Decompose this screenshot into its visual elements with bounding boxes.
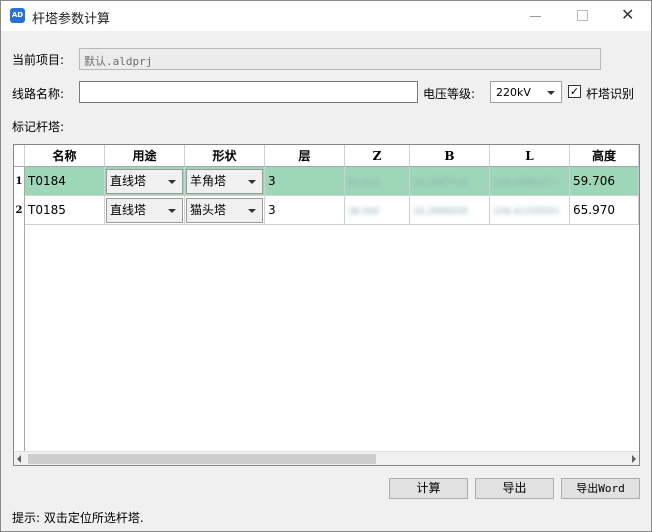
line-name-label: 线路名称: <box>12 87 65 101</box>
z-value: 92.812 <box>348 178 380 188</box>
usage-select[interactable]: 直线塔 <box>106 169 183 194</box>
export-button[interactable]: 导出 <box>475 478 554 499</box>
shape-cell[interactable]: 羊角塔 <box>185 167 265 196</box>
main-window: AD 杆塔参数计算 ✕ 当前项目: 默认.aldprj 线路名称: 电压等级: … <box>0 0 652 532</box>
tower-recognize-checkbox[interactable]: ✓ <box>568 85 581 98</box>
scroll-left-icon[interactable] <box>17 455 21 463</box>
close-button[interactable]: ✕ <box>605 1 651 31</box>
chevron-down-icon <box>168 209 176 213</box>
layer-cell[interactable]: 3 <box>265 167 345 196</box>
chevron-down-icon <box>547 91 555 95</box>
column-header[interactable]: 形状 <box>185 145 265 167</box>
name-cell[interactable]: T0184 <box>25 167 105 196</box>
b-value: 34.2987718 <box>413 178 468 188</box>
shape-select[interactable]: 猫头塔 <box>186 198 263 223</box>
export-word-button[interactable]: 导出Word <box>561 478 640 499</box>
l-cell[interactable]: 108.41335593 <box>490 196 570 225</box>
z-cell[interactable]: 92.812 <box>345 167 410 196</box>
row-header-strip <box>14 225 25 451</box>
column-header[interactable]: 名称 <box>25 145 105 167</box>
shape-value: 羊角塔 <box>190 174 227 188</box>
l-value: 108.40861471 <box>493 178 559 188</box>
project-label: 当前项目: <box>12 53 65 67</box>
name-cell[interactable]: T0185 <box>25 196 105 225</box>
column-header[interactable]: B <box>410 145 490 167</box>
table-corner-header <box>14 145 25 167</box>
shape-cell[interactable]: 猫头塔 <box>185 196 265 225</box>
height-cell[interactable]: 65.970 <box>570 196 639 225</box>
calculate-button[interactable]: 计算 <box>389 478 468 499</box>
row-header[interactable]: 1 <box>14 167 25 196</box>
minimize-button[interactable] <box>513 1 559 31</box>
horizontal-scrollbar[interactable] <box>14 451 639 465</box>
shape-select[interactable]: 羊角塔 <box>186 169 263 194</box>
usage-select[interactable]: 直线塔 <box>106 198 183 223</box>
b-value: 34.2968059 <box>413 207 468 217</box>
title-bar: AD 杆塔参数计算 ✕ <box>1 1 651 31</box>
voltage-select-value: 220kV <box>496 86 531 99</box>
l-cell[interactable]: 108.40861471 <box>490 167 570 196</box>
voltage-select[interactable]: 220kV <box>490 81 562 103</box>
scrollbar-thumb[interactable] <box>28 454 376 464</box>
marked-towers-label: 标记杆塔: <box>12 120 65 134</box>
column-header[interactable]: Z <box>345 145 410 167</box>
column-header[interactable]: 高度 <box>570 145 639 167</box>
app-icon: AD <box>10 8 25 23</box>
status-hint: 提示: 双击定位所选杆塔. <box>12 511 144 525</box>
tower-table[interactable]: 名称 用途 形状 层 Z B L 高度 1 T0184 直线塔 羊角塔 3 92… <box>13 144 640 466</box>
layer-cell[interactable]: 3 <box>265 196 345 225</box>
b-cell[interactable]: 34.2987718 <box>410 167 490 196</box>
column-header[interactable]: 层 <box>265 145 345 167</box>
close-icon: ✕ <box>621 5 635 24</box>
maximize-icon <box>577 10 588 21</box>
z-value: 38.000 <box>348 207 380 217</box>
usage-value: 直线塔 <box>110 174 147 188</box>
chevron-down-icon <box>248 180 256 184</box>
z-cell[interactable]: 38.000 <box>345 196 410 225</box>
column-header[interactable]: 用途 <box>105 145 185 167</box>
project-field: 默认.aldprj <box>79 48 601 70</box>
l-value: 108.41335593 <box>493 207 559 217</box>
height-cell[interactable]: 59.706 <box>570 167 639 196</box>
chevron-down-icon <box>168 180 176 184</box>
usage-value: 直线塔 <box>110 203 147 217</box>
scroll-right-icon[interactable] <box>632 455 636 463</box>
usage-cell[interactable]: 直线塔 <box>105 167 185 196</box>
usage-cell[interactable]: 直线塔 <box>105 196 185 225</box>
chevron-down-icon <box>248 209 256 213</box>
b-cell[interactable]: 34.2968059 <box>410 196 490 225</box>
tower-recognize-label: 杆塔识别 <box>586 87 635 101</box>
column-header[interactable]: L <box>490 145 570 167</box>
window-title: 杆塔参数计算 <box>32 12 111 27</box>
line-name-input[interactable] <box>79 81 418 103</box>
shape-value: 猫头塔 <box>190 203 227 217</box>
row-header[interactable]: 2 <box>14 196 25 225</box>
voltage-label: 电压等级: <box>423 87 476 101</box>
maximize-button[interactable] <box>559 1 605 31</box>
minimize-icon <box>530 16 541 17</box>
